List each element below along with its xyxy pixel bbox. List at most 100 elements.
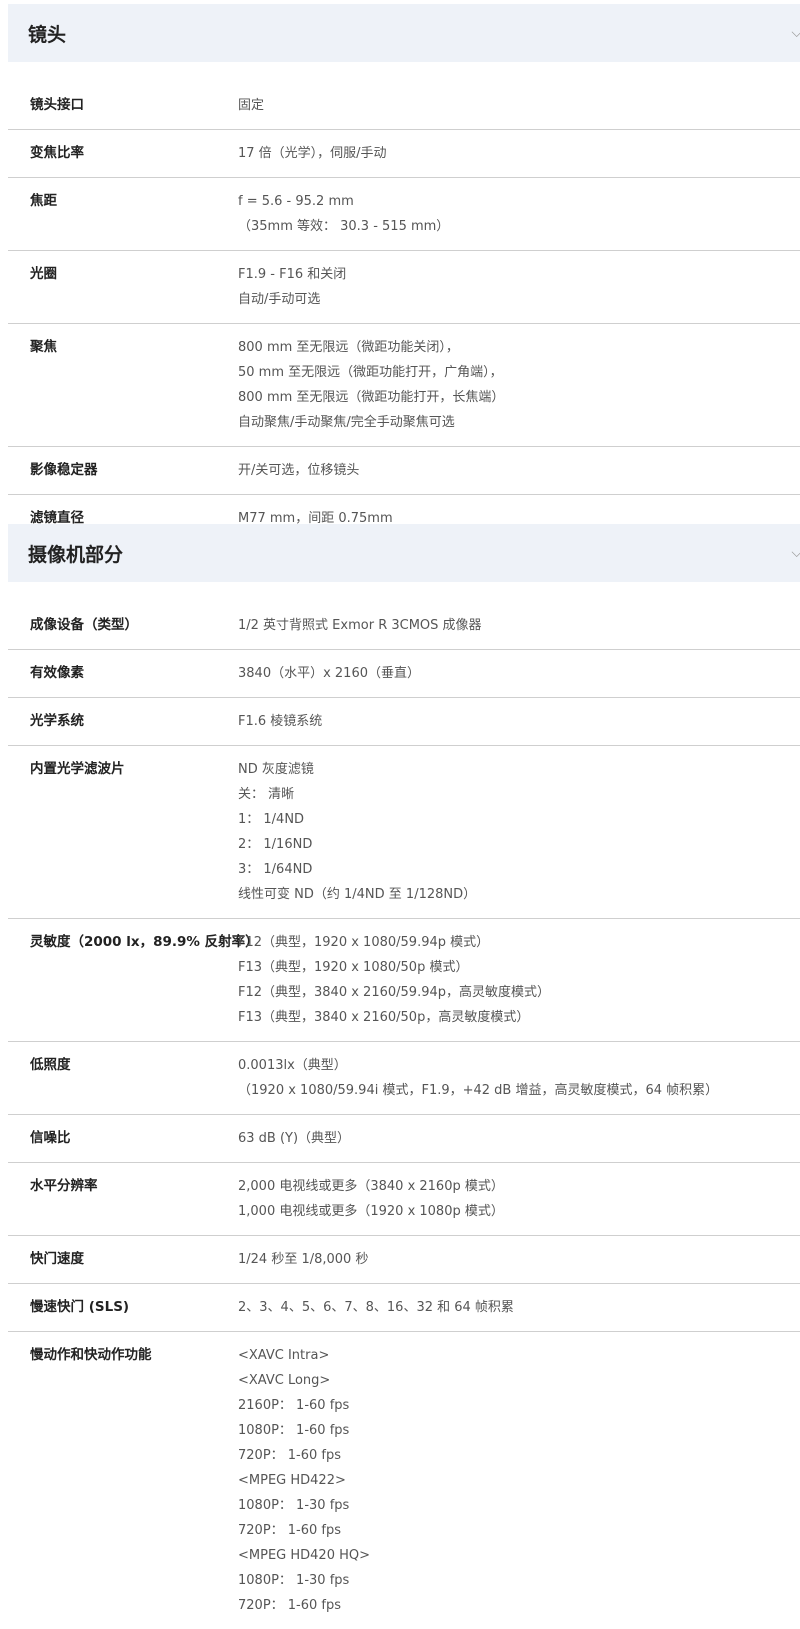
spec-value-line: 开/关可选，位移镜头 — [238, 463, 360, 478]
spec-table-lens: 镜头接口 固定变焦比率 17 倍（光学），伺服/手动焦距 f = 5.6 - 95.2… — [8, 82, 800, 542]
spec-value-line: F12（典型，3840 x 2160/59.94p，高灵敏度模式） — [238, 985, 550, 1000]
spec-value-line: 800 mm 至无限远（微距功能打开，长焦端） — [238, 390, 505, 405]
spec-value: 2,000 电视线或更多（3840 x 2160p 模式） 1,000 电视线或更… — [238, 1174, 800, 1224]
spec-value-line: <MPEG HD422> — [238, 1473, 346, 1488]
spec-value-line: 1080P： 1-30 fps — [238, 1573, 350, 1588]
spec-value: 固定 — [238, 93, 800, 118]
spec-value-line: F13（典型，3840 x 2160/50p，高灵敏度模式） — [238, 1010, 530, 1025]
spec-value-line: <XAVC Intra> — [238, 1348, 330, 1363]
spec-row: 焦距 f = 5.6 - 95.2 mm （35mm 等效： 30.3 - 515 … — [8, 178, 800, 251]
spec-value: F12（典型，1920 x 1080/59.94p 模式） F13（典型，1920… — [238, 930, 800, 1030]
spec-value: 开/关可选，位移镜头 — [238, 458, 800, 483]
section-lens: 镜头 ⌵ 镜头接口 固定变焦比率 17 倍（光学），伺服/手动焦距 f = 5.6 -… — [8, 4, 800, 542]
spec-value-line: 1080P： 1-60 fps — [238, 1423, 350, 1438]
spec-label: 信噪比 — [30, 1130, 71, 1146]
section-title: 摄像机部分 — [28, 543, 124, 566]
spec-value-line: 3840（水平）x 2160（垂直） — [238, 666, 420, 681]
spec-row: 聚焦 800 mm 至无限远（微距功能关闭）， 50 mm 至无限远（微距功能打开，… — [8, 324, 800, 447]
spec-label: 影像稳定器 — [30, 462, 98, 478]
spec-value: 1/2 英寸背照式 Exmor R 3CMOS 成像器 — [238, 613, 800, 638]
spec-value-line: 1/2 英寸背照式 Exmor R 3CMOS 成像器 — [238, 618, 482, 633]
spec-label: 慢动作和快动作功能 — [30, 1347, 152, 1363]
spec-value-line: 3： 1/64ND — [238, 862, 313, 877]
spec-label: 成像设备（类型） — [30, 617, 138, 633]
spec-value: 3840（水平）x 2160（垂直） — [238, 661, 800, 686]
spec-label: 变焦比率 — [30, 145, 84, 161]
spec-value-line: 0.0013lx（典型） — [238, 1058, 347, 1073]
spec-value-line: 1,000 电视线或更多（1920 x 1080p 模式） — [238, 1204, 504, 1219]
spec-value-line: <XAVC Long> — [238, 1373, 331, 1388]
spec-value-line: f = 5.6 - 95.2 mm — [238, 194, 354, 209]
spec-value-line: F13（典型，1920 x 1080/50p 模式） — [238, 960, 469, 975]
spec-value: ND 灰度滤镜 关： 清晰 1： 1/4ND 2： 1/16ND 3： 1/64ND 线性… — [238, 757, 800, 907]
spec-row: 光圈 F1.9 - F16 和关闭 自动/手动可选 — [8, 251, 800, 324]
spec-value-line: 50 mm 至无限远（微距功能打开，广角端）， — [238, 365, 503, 380]
spec-value: <XAVC Intra> <XAVC Long> 2160P： 1-60 fps 10… — [238, 1343, 800, 1618]
spec-label: 聚焦 — [30, 339, 57, 355]
spec-value: 0.0013lx（典型） （1920 x 1080/59.94i 模式，F1.9，… — [238, 1053, 800, 1103]
section-header-camera[interactable]: 摄像机部分 ⌵ — [8, 524, 800, 582]
spec-value-line: <MPEG HD420 HQ> — [238, 1548, 370, 1563]
spec-value-line: F1.6 棱镜系统 — [238, 714, 323, 729]
spec-label: 焦距 — [30, 193, 57, 209]
spec-value-line: 2： 1/16ND — [238, 837, 313, 852]
spec-label: 镜头接口 — [30, 97, 84, 113]
spec-row: 内置光学滤波片 ND 灰度滤镜 关： 清晰 1： 1/4ND 2： 1/16ND 3： 1… — [8, 746, 800, 919]
spec-label: 快门速度 — [30, 1251, 84, 1267]
spec-value-line: 1/24 秒至 1/8,000 秒 — [238, 1252, 369, 1267]
chevron-down-icon[interactable]: ⌵ — [788, 524, 800, 582]
spec-label: 低照度 — [30, 1057, 71, 1073]
spec-value: f = 5.6 - 95.2 mm （35mm 等效： 30.3 - 515 mm… — [238, 189, 800, 239]
spec-row: 影像稳定器 开/关可选，位移镜头 — [8, 447, 800, 495]
spec-value: F1.9 - F16 和关闭 自动/手动可选 — [238, 262, 800, 312]
spec-label: 慢速快门 (SLS) — [30, 1299, 130, 1315]
spec-label: 内置光学滤波片 — [30, 761, 125, 777]
spec-value-line: ND 灰度滤镜 — [238, 762, 314, 777]
section-header-lens[interactable]: 镜头 ⌵ — [8, 4, 800, 62]
spec-value-line: 2,000 电视线或更多（3840 x 2160p 模式） — [238, 1179, 504, 1194]
spec-page: 镜头 ⌵ 镜头接口 固定变焦比率 17 倍（光学），伺服/手动焦距 f = 5.6 -… — [0, 0, 800, 1620]
spec-row: 慢动作和快动作功能 <XAVC Intra> <XAVC Long> 2160P： 1… — [8, 1332, 800, 1629]
spec-value-line: 固定 — [238, 98, 265, 113]
spec-row: 水平分辨率 2,000 电视线或更多（3840 x 2160p 模式） 1,000 … — [8, 1163, 800, 1236]
spec-row: 镜头接口 固定 — [8, 82, 800, 130]
spec-value-line: F1.9 - F16 和关闭 — [238, 267, 347, 282]
spec-row: 慢速快门 (SLS) 2、3、4、5、6、7、8、16、32 和 64 帧积累 — [8, 1284, 800, 1332]
spec-label: 光学系统 — [30, 713, 84, 729]
spec-value-line: 63 dB (Y)（典型） — [238, 1131, 351, 1146]
spec-table-camera: 成像设备（类型） 1/2 英寸背照式 Exmor R 3CMOS 成像器有效像素 3… — [8, 602, 800, 1629]
spec-value-line: 关： 清晰 — [238, 787, 295, 802]
spec-row: 有效像素 3840（水平）x 2160（垂直） — [8, 650, 800, 698]
spec-value-line: 1： 1/4ND — [238, 812, 305, 827]
spec-value-line: 800 mm 至无限远（微距功能关闭）， — [238, 340, 459, 355]
spec-value-line: 2、3、4、5、6、7、8、16、32 和 64 帧积累 — [238, 1300, 514, 1315]
spec-value-line: 线性可变 ND（约 1/4ND 至 1/128ND） — [238, 887, 477, 902]
spec-value: 1/24 秒至 1/8,000 秒 — [238, 1247, 800, 1272]
spec-value-line: 2160P： 1-60 fps — [238, 1398, 350, 1413]
section-title: 镜头 — [28, 23, 67, 46]
section-camera: 摄像机部分 ⌵ 成像设备（类型） 1/2 英寸背照式 Exmor R 3CMOS … — [8, 524, 800, 1629]
spec-row: 低照度 0.0013lx（典型） （1920 x 1080/59.94i 模式，F1… — [8, 1042, 800, 1115]
spec-value-line: （1920 x 1080/59.94i 模式，F1.9，+42 dB 增益，高灵… — [238, 1083, 719, 1098]
spec-row: 光学系统 F1.6 棱镜系统 — [8, 698, 800, 746]
spec-value-line: 17 倍（光学），伺服/手动 — [238, 146, 387, 161]
spec-value: 63 dB (Y)（典型） — [238, 1126, 800, 1151]
spec-value-line: 自动/手动可选 — [238, 292, 321, 307]
spec-label: 灵敏度（2000 lx，89.9% 反射率） — [30, 934, 259, 950]
chevron-down-icon[interactable]: ⌵ — [788, 4, 800, 62]
spec-label: 有效像素 — [30, 665, 84, 681]
spec-value-line: 720P： 1-60 fps — [238, 1523, 342, 1538]
spec-row: 成像设备（类型） 1/2 英寸背照式 Exmor R 3CMOS 成像器 — [8, 602, 800, 650]
spec-row: 快门速度 1/24 秒至 1/8,000 秒 — [8, 1236, 800, 1284]
spec-value-line: F12（典型，1920 x 1080/59.94p 模式） — [238, 935, 490, 950]
spec-value: 2、3、4、5、6、7、8、16、32 和 64 帧积累 — [238, 1295, 800, 1320]
spec-value: 800 mm 至无限远（微距功能关闭）， 50 mm 至无限远（微距功能打开，广角… — [238, 335, 800, 435]
spec-row: 灵敏度（2000 lx，89.9% 反射率） F12（典型，1920 x 1080… — [8, 919, 800, 1042]
spec-value: 17 倍（光学），伺服/手动 — [238, 141, 800, 166]
spec-value: F1.6 棱镜系统 — [238, 709, 800, 734]
spec-row: 变焦比率 17 倍（光学），伺服/手动 — [8, 130, 800, 178]
spec-label: 光圈 — [30, 266, 57, 282]
spec-value-line: 自动聚焦/手动聚焦/完全手动聚焦可选 — [238, 415, 455, 430]
spec-row: 信噪比 63 dB (Y)（典型） — [8, 1115, 800, 1163]
spec-value-line: 720P： 1-60 fps — [238, 1448, 342, 1463]
